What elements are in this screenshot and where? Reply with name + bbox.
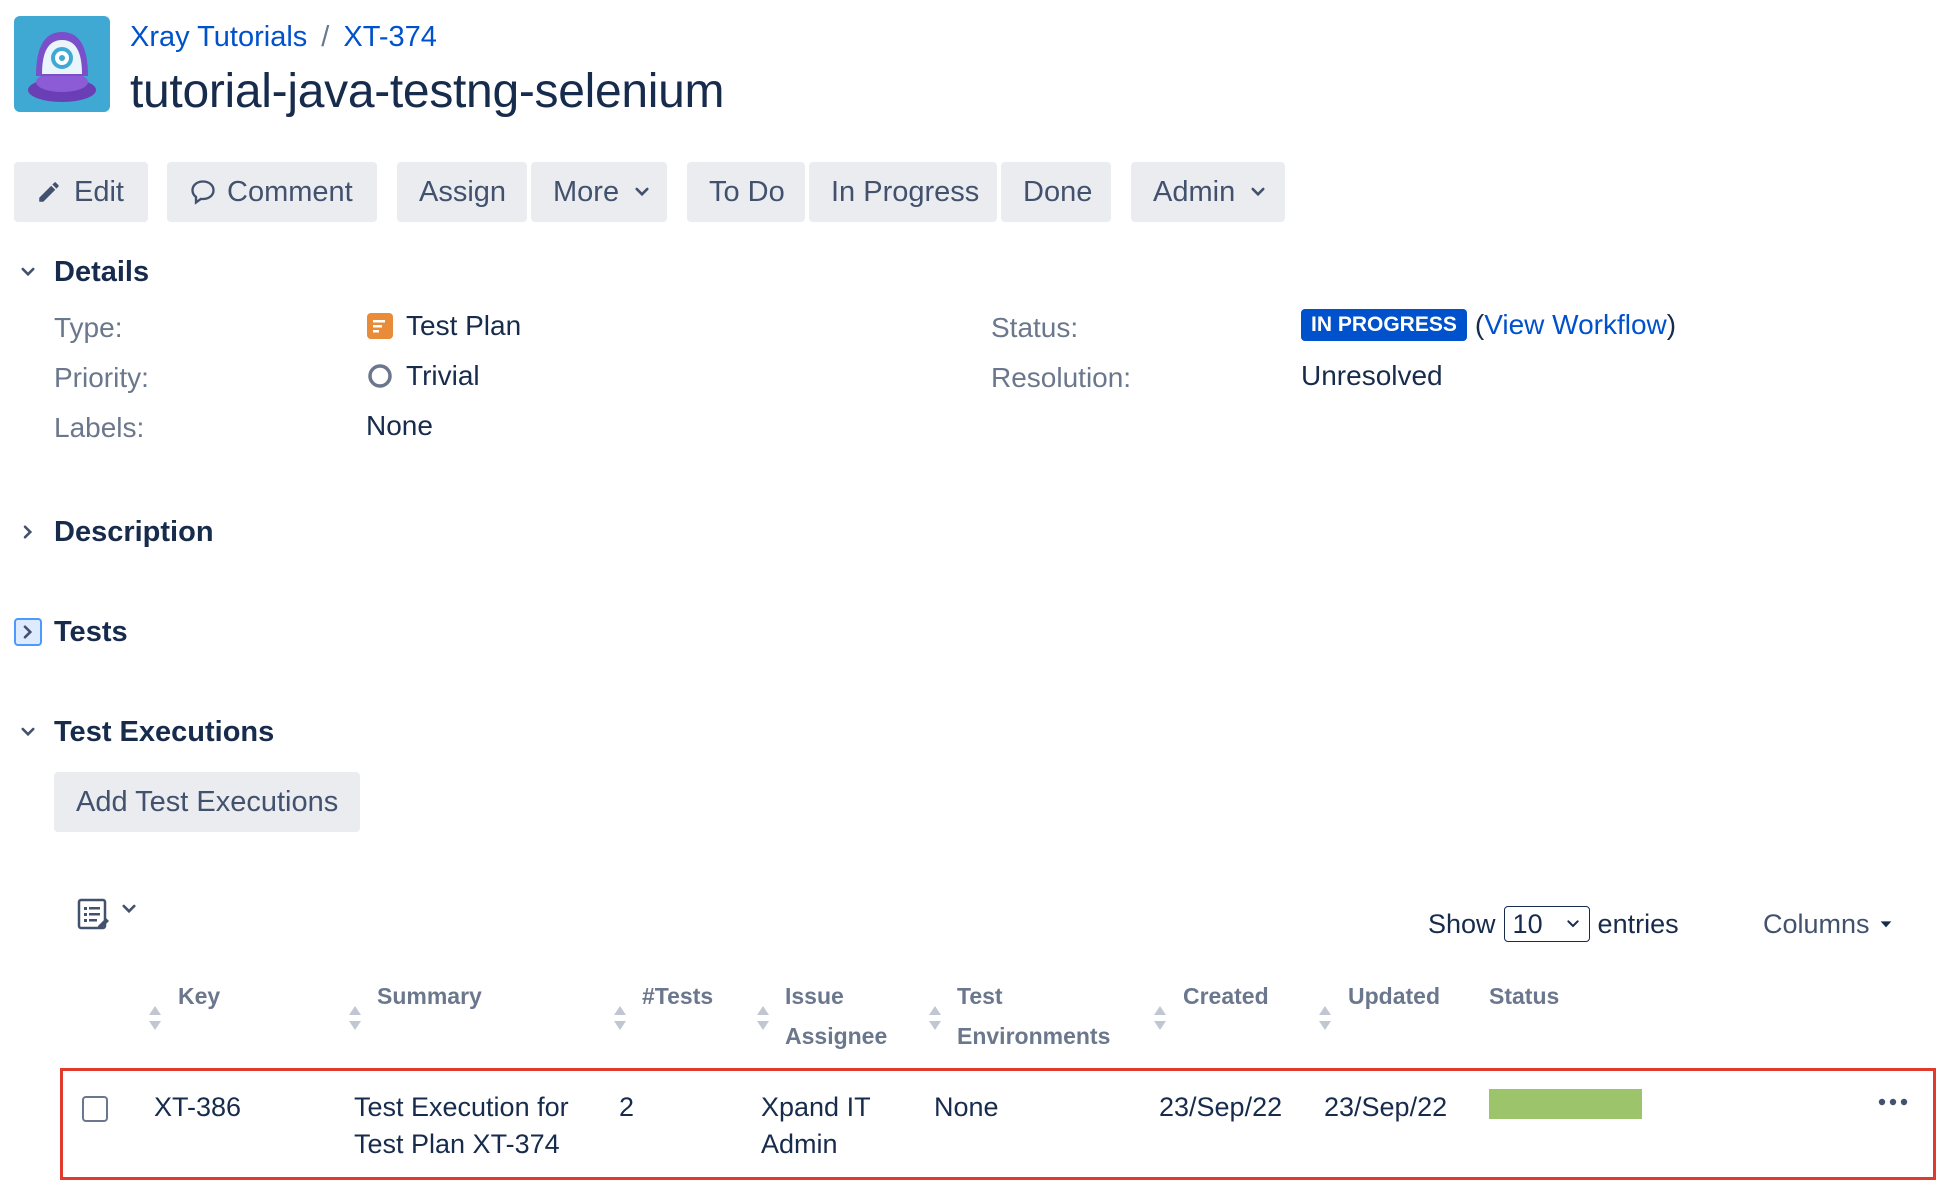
test-executions-section-toggle[interactable]: Test Executions [14,714,274,750]
row-created: 23/Sep/22 [1159,1092,1283,1122]
row-tests-count-link[interactable]: 2 [619,1089,634,1126]
row-status-progress-bar [1489,1089,1642,1119]
sort-icon[interactable] [928,1004,942,1032]
row-updated: 23/Sep/22 [1324,1092,1448,1122]
row-summary-link[interactable]: Test Execution for Test Plan XT-374 [354,1089,569,1163]
tests-section-toggle[interactable]: Tests [14,614,128,650]
tests-heading: Tests [54,615,128,648]
chevron-down-icon [1566,920,1579,928]
chevron-right-icon [14,618,42,646]
sort-icon[interactable] [1318,1004,1332,1032]
chevron-down-icon [14,718,42,746]
column-header-key[interactable]: Key [178,976,220,1016]
show-label: Show [1428,909,1496,939]
type-value: Test Plan [366,310,521,342]
priority-label: Priority: [54,362,149,393]
labels-label: Labels: [54,412,145,443]
status-value: IN PROGRESS (View Workflow) [1301,309,1676,341]
entries-control: Show 10 entries [1428,906,1679,942]
columns-button[interactable]: Columns [1763,906,1894,942]
in-progress-button[interactable]: In Progress [809,162,997,222]
chevron-down-icon [635,187,649,197]
breadcrumb-issue-link[interactable]: XT-374 [343,21,437,53]
view-options-button[interactable] [76,896,138,932]
breadcrumb: Xray Tutorials / XT-374 [130,21,437,53]
chevron-down-icon [122,904,136,914]
priority-value: Trivial [366,360,480,392]
labels-value: None [366,410,433,441]
chevron-down-icon [1880,921,1891,928]
row-checkbox[interactable] [82,1096,108,1122]
add-test-executions-button[interactable]: Add Test Executions [54,772,360,832]
list-view-icon [77,898,109,930]
column-header-assignee[interactable]: Issue Assignee [785,976,887,1056]
column-header-summary[interactable]: Summary [377,976,482,1016]
chevron-down-icon [14,258,42,286]
more-button[interactable]: More [531,162,667,222]
chevron-right-icon [14,518,42,546]
sort-icon[interactable] [348,1004,362,1032]
description-heading: Description [54,515,214,548]
view-workflow-link[interactable]: View Workflow [1484,309,1667,341]
sort-icon[interactable] [1153,1004,1167,1032]
done-button[interactable]: Done [1001,162,1111,222]
breadcrumb-project-link[interactable]: Xray Tutorials [130,21,307,53]
row-assignee-link[interactable]: Xpand IT Admin [761,1089,871,1163]
more-icon[interactable] [1876,1092,1910,1112]
column-header-updated[interactable]: Updated [1348,976,1440,1016]
resolution-value: Unresolved [1301,360,1443,391]
row-environments: None [934,1092,999,1122]
admin-button[interactable]: Admin [1131,162,1285,222]
sort-icon[interactable] [756,1004,770,1032]
row-key-link[interactable]: XT-386 [154,1089,241,1126]
status-badge: IN PROGRESS [1301,309,1467,341]
details-heading: Details [54,255,150,288]
edit-button[interactable]: Edit [14,162,148,222]
entries-select[interactable]: 10 [1503,906,1590,942]
status-label: Status: [991,312,1079,343]
type-label: Type: [54,312,123,343]
trivial-priority-icon [368,364,392,388]
test-executions-heading: Test Executions [54,715,275,748]
to-do-button[interactable]: To Do [687,162,805,222]
sort-icon[interactable] [148,1004,162,1032]
row-status-progress-fill [1489,1089,1642,1119]
comment-button[interactable]: Comment [167,162,377,222]
resolution-label: Resolution: [991,362,1132,393]
entries-label: entries [1597,909,1679,939]
details-section-toggle[interactable]: Details [14,254,149,290]
pencil-icon [39,182,59,202]
test-plan-icon [367,313,393,339]
issue-title: tutorial-java-testng-selenium [130,65,725,118]
project-avatar-icon[interactable] [14,16,110,112]
sort-icon[interactable] [613,1004,627,1032]
assign-button[interactable]: Assign [397,162,527,222]
column-header-environments[interactable]: Test Environments [957,976,1110,1056]
column-header-tests[interactable]: #Tests [642,976,713,1016]
chevron-down-icon [1251,187,1265,197]
comment-icon [191,180,215,205]
column-header-created[interactable]: Created [1183,976,1269,1016]
description-section-toggle[interactable]: Description [14,514,214,550]
column-header-status: Status [1489,983,1560,1009]
